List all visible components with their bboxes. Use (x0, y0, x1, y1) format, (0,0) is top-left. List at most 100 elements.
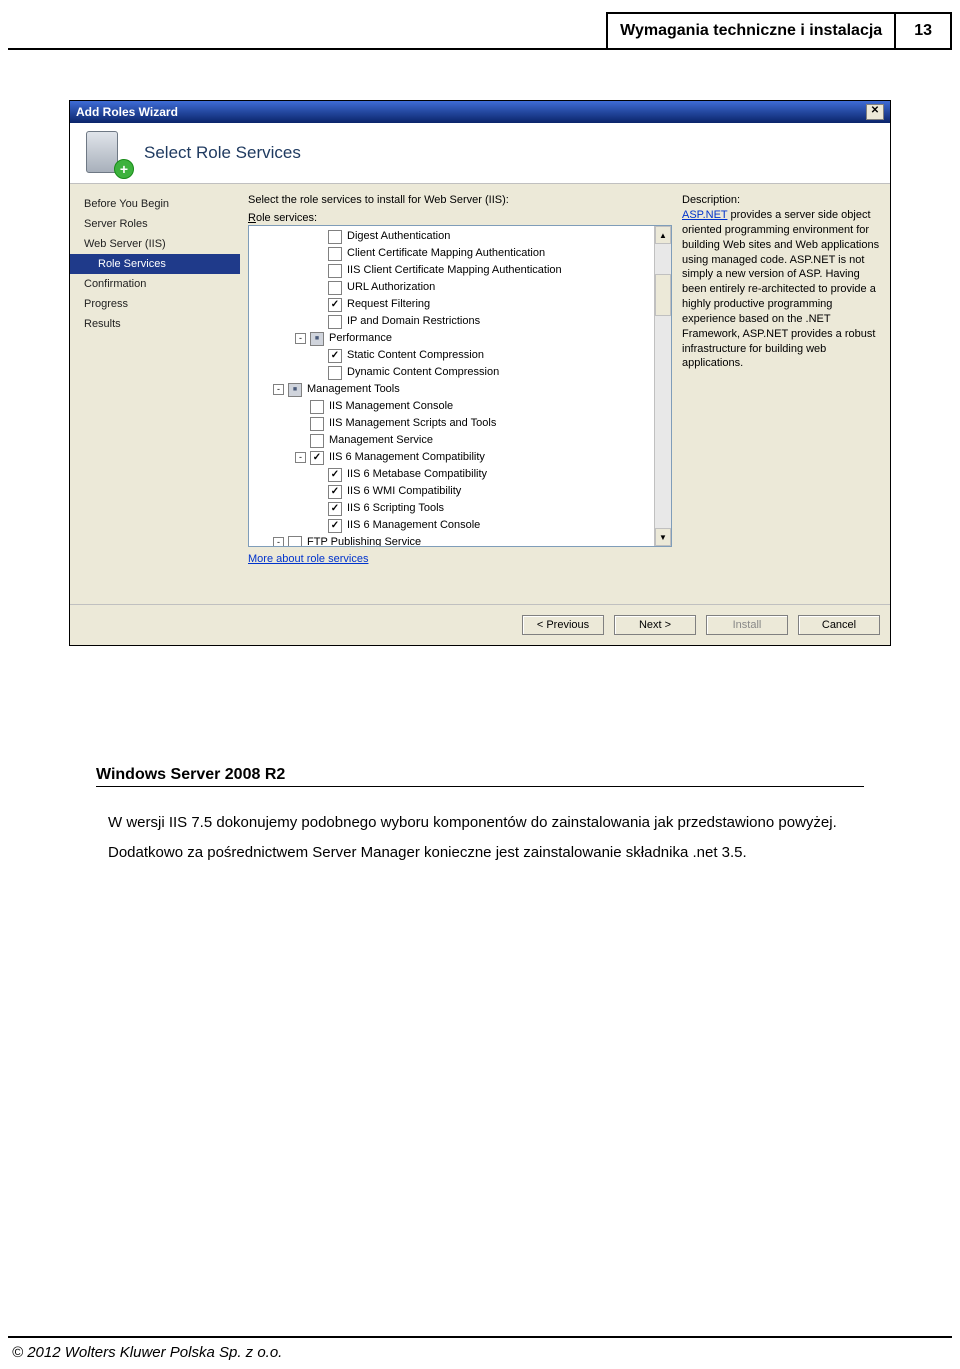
tree-item-label: Static Content Compression (347, 347, 484, 364)
wizard-nav-item[interactable]: Role Services (70, 254, 240, 274)
dialog-titlebar: Add Roles Wizard ✕ (70, 101, 890, 123)
tree-item[interactable]: Client Certificate Mapping Authenticatio… (251, 245, 652, 262)
wizard-nav-item[interactable]: Results (70, 314, 240, 334)
wizard-nav-item[interactable]: Web Server (IIS) (70, 234, 240, 254)
tree-item-label: IP and Domain Restrictions (347, 313, 480, 330)
tree-item-label: FTP Publishing Service (307, 534, 421, 546)
tree-item[interactable]: Dynamic Content Compression (251, 364, 652, 381)
copyright-text: © 2012 Wolters Kluwer Polska Sp. z o.o. (12, 1344, 282, 1361)
checkbox[interactable] (328, 349, 342, 363)
wizard-nav-item[interactable]: Before You Begin (70, 194, 240, 214)
checkbox[interactable] (328, 264, 342, 278)
section-heading-windows-server-2008-r2: Windows Server 2008 R2 (96, 766, 864, 787)
page-footer: © 2012 Wolters Kluwer Polska Sp. z o.o. (8, 1336, 952, 1369)
tree-item[interactable]: - Management Tools (251, 381, 652, 398)
tree-item-label: IIS Client Certificate Mapping Authentic… (347, 262, 562, 279)
collapse-icon[interactable]: - (273, 537, 284, 546)
tree-item-label: Performance (329, 330, 392, 347)
more-about-role-services-link[interactable]: More about role services (248, 553, 368, 565)
collapse-icon[interactable]: - (295, 333, 306, 344)
checkbox[interactable] (328, 315, 342, 329)
instruction-text: Select the role services to install for … (248, 194, 672, 206)
tree-item-label: IIS 6 Scripting Tools (347, 500, 444, 517)
checkbox[interactable] (328, 502, 342, 516)
checkbox[interactable] (328, 366, 342, 380)
close-icon[interactable]: ✕ (866, 104, 884, 120)
tree-item[interactable]: Digest Authentication (251, 228, 652, 245)
aspnet-link[interactable]: ASP.NET (682, 209, 727, 221)
wizard-nav: Before You BeginServer RolesWeb Server (… (70, 184, 240, 604)
tree-item-label: IIS Management Console (329, 398, 453, 415)
dialog-heading: Select Role Services (144, 143, 301, 163)
role-services-tree[interactable]: Digest AuthenticationClient Certificate … (248, 225, 672, 547)
checkbox[interactable] (310, 451, 324, 465)
tree-item[interactable]: Static Content Compression (251, 347, 652, 364)
page-header-title: Wymagania techniczne i instalacja (606, 12, 896, 48)
tree-item-label: IIS 6 Management Compatibility (329, 449, 485, 466)
tree-item[interactable]: - Performance (251, 330, 652, 347)
tree-item-label: IIS 6 WMI Compatibility (347, 483, 461, 500)
tree-item-label: IIS 6 Metabase Compatibility (347, 466, 487, 483)
description-text: ASP.NET provides a server side object or… (682, 208, 882, 371)
checkbox[interactable] (328, 468, 342, 482)
body-text: W wersji IIS 7.5 dokonujemy podobnego wy… (108, 813, 864, 864)
scroll-down-icon[interactable]: ▼ (655, 528, 671, 546)
tree-item[interactable]: IIS Management Scripts and Tools (251, 415, 652, 432)
checkbox[interactable] (288, 383, 302, 397)
install-button: Install (706, 615, 788, 635)
tree-item[interactable]: IP and Domain Restrictions (251, 313, 652, 330)
checkbox[interactable] (310, 434, 324, 448)
tree-item[interactable]: - IIS 6 Management Compatibility (251, 449, 652, 466)
checkbox[interactable] (328, 230, 342, 244)
checkbox[interactable] (288, 536, 302, 547)
scroll-up-icon[interactable]: ▲ (655, 226, 671, 244)
body-paragraph-1: W wersji IIS 7.5 dokonujemy podobnego wy… (108, 813, 864, 833)
checkbox[interactable] (328, 247, 342, 261)
server-plus-icon: + (86, 131, 130, 175)
tree-item[interactable]: IIS 6 Metabase Compatibility (251, 466, 652, 483)
wizard-main-panel: Select the role services to install for … (240, 184, 890, 604)
next-button[interactable]: Next > (614, 615, 696, 635)
tree-item[interactable]: IIS Client Certificate Mapping Authentic… (251, 262, 652, 279)
add-roles-wizard-dialog: Add Roles Wizard ✕ + Select Role Service… (69, 100, 891, 646)
collapse-icon[interactable]: - (295, 452, 306, 463)
checkbox[interactable] (328, 281, 342, 295)
tree-item-label: Dynamic Content Compression (347, 364, 499, 381)
collapse-icon[interactable]: - (273, 384, 284, 395)
tree-item-label: Management Tools (307, 381, 400, 398)
wizard-nav-item[interactable]: Progress (70, 294, 240, 314)
tree-item-label: Digest Authentication (347, 228, 450, 245)
cancel-button[interactable]: Cancel (798, 615, 880, 635)
dialog-header-panel: + Select Role Services (70, 123, 890, 184)
tree-item[interactable]: IIS 6 WMI Compatibility (251, 483, 652, 500)
wizard-nav-item[interactable]: Confirmation (70, 274, 240, 294)
scroll-thumb[interactable] (655, 274, 671, 316)
dialog-button-bar: < Previous Next > Install Cancel (70, 604, 890, 645)
tree-item-label: Management Service (329, 432, 433, 449)
tree-item-label: Client Certificate Mapping Authenticatio… (347, 245, 545, 262)
description-label: Description: (682, 194, 882, 206)
tree-item[interactable]: Management Service (251, 432, 652, 449)
checkbox[interactable] (328, 485, 342, 499)
page-number: 13 (896, 12, 952, 48)
tree-item[interactable]: - FTP Publishing Service (251, 534, 652, 546)
tree-item[interactable]: Request Filtering (251, 296, 652, 313)
scrollbar[interactable]: ▲ ▼ (654, 226, 671, 546)
checkbox[interactable] (328, 519, 342, 533)
tree-item-label: IIS Management Scripts and Tools (329, 415, 496, 432)
checkbox[interactable] (328, 298, 342, 312)
tree-item-label: Request Filtering (347, 296, 430, 313)
tree-item[interactable]: IIS 6 Management Console (251, 517, 652, 534)
tree-item-label: URL Authorization (347, 279, 435, 296)
tree-item[interactable]: IIS Management Console (251, 398, 652, 415)
dialog-body: Before You BeginServer RolesWeb Server (… (70, 184, 890, 604)
wizard-nav-item[interactable]: Server Roles (70, 214, 240, 234)
checkbox[interactable] (310, 332, 324, 346)
tree-item[interactable]: URL Authorization (251, 279, 652, 296)
body-paragraph-2: Dodatkowo za pośrednictwem Server Manage… (108, 843, 864, 863)
checkbox[interactable] (310, 400, 324, 414)
previous-button[interactable]: < Previous (522, 615, 604, 635)
tree-item[interactable]: IIS 6 Scripting Tools (251, 500, 652, 517)
checkbox[interactable] (310, 417, 324, 431)
dialog-title-text: Add Roles Wizard (76, 105, 178, 119)
